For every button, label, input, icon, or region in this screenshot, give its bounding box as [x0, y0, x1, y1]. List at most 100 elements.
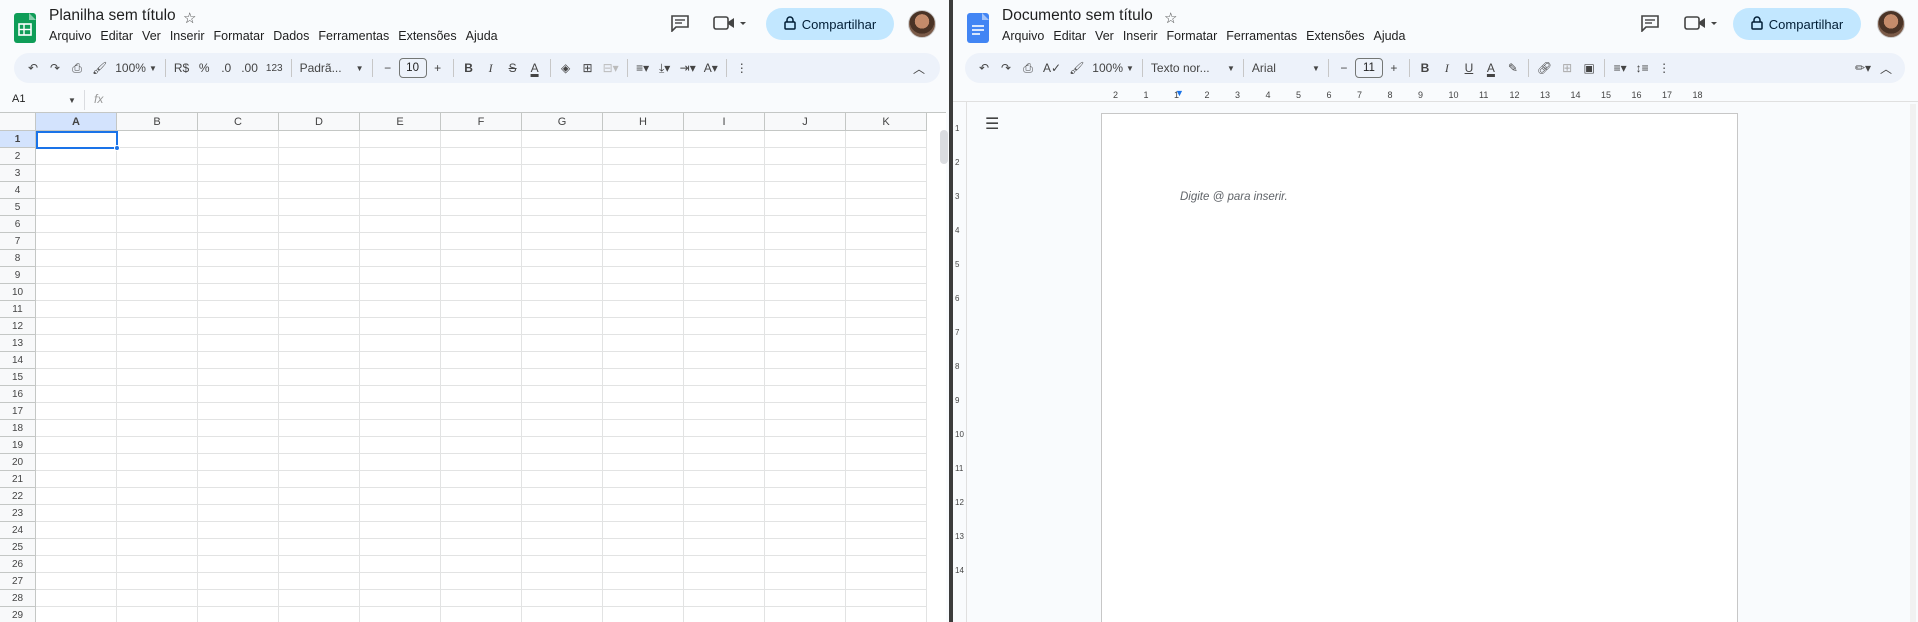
text-color-icon[interactable]: A: [524, 56, 546, 80]
column-header[interactable]: E: [360, 113, 441, 131]
insert-image-icon[interactable]: ▣: [1578, 56, 1600, 80]
grid-cell[interactable]: [846, 335, 927, 352]
grid-cell[interactable]: [846, 471, 927, 488]
column-header[interactable]: K: [846, 113, 927, 131]
grid-cell[interactable]: [279, 267, 360, 284]
grid-cell[interactable]: [522, 182, 603, 199]
menu-insert[interactable]: Inserir: [1122, 29, 1166, 43]
grid-cell[interactable]: [765, 165, 846, 182]
grid-cell[interactable]: [684, 352, 765, 369]
vertical-scrollbar[interactable]: [1910, 104, 1916, 622]
grid-cell[interactable]: [198, 267, 279, 284]
percent-button[interactable]: %: [193, 56, 215, 80]
grid-cell[interactable]: [198, 148, 279, 165]
grid-cell[interactable]: [603, 590, 684, 607]
grid-cell[interactable]: [117, 454, 198, 471]
menu-help[interactable]: Ajuda: [465, 29, 506, 43]
editing-mode-icon[interactable]: ✏▾: [1851, 56, 1875, 80]
italic-icon[interactable]: I: [1436, 56, 1458, 80]
grid-cell[interactable]: [279, 318, 360, 335]
menu-tools[interactable]: Ferramentas: [1225, 29, 1305, 43]
grid-cell[interactable]: [441, 386, 522, 403]
meet-video-icon[interactable]: [1684, 14, 1720, 34]
grid-cell[interactable]: [684, 199, 765, 216]
grid-cell[interactable]: [846, 488, 927, 505]
grid-cell[interactable]: [846, 607, 927, 622]
grid-cell[interactable]: [522, 318, 603, 335]
grid-cell[interactable]: [441, 522, 522, 539]
grid-cell[interactable]: [198, 182, 279, 199]
grid-cell[interactable]: [36, 386, 117, 403]
menu-format[interactable]: Formatar: [1166, 29, 1226, 43]
star-icon[interactable]: ☆: [1164, 9, 1177, 27]
grid-cell[interactable]: [846, 437, 927, 454]
grid-cell[interactable]: [279, 420, 360, 437]
menu-edit[interactable]: Editar: [99, 29, 141, 43]
grid-cell[interactable]: [846, 267, 927, 284]
grid-cell[interactable]: [117, 573, 198, 590]
document-outline-icon[interactable]: ☰: [985, 114, 999, 134]
menu-data[interactable]: Dados: [272, 29, 317, 43]
grid-cell[interactable]: [198, 131, 279, 148]
menu-file[interactable]: Arquivo: [1001, 29, 1052, 43]
grid-cell[interactable]: [603, 216, 684, 233]
grid-cell[interactable]: [603, 505, 684, 522]
sheets-logo-icon[interactable]: [14, 13, 36, 43]
grid-cell[interactable]: [198, 403, 279, 420]
row-header[interactable]: 18: [0, 420, 36, 437]
grid-cell[interactable]: [441, 165, 522, 182]
menu-view[interactable]: Ver: [141, 29, 169, 43]
zoom-select[interactable]: 100% ▼: [111, 56, 161, 80]
grid-cell[interactable]: [603, 267, 684, 284]
grid-cell[interactable]: [846, 420, 927, 437]
zoom-select[interactable]: 100% ▼: [1088, 56, 1138, 80]
grid-cell[interactable]: [360, 488, 441, 505]
row-header[interactable]: 10: [0, 284, 36, 301]
grid-cell[interactable]: [198, 454, 279, 471]
grid-cell[interactable]: [441, 573, 522, 590]
grid-cell[interactable]: [603, 539, 684, 556]
text-wrapping-icon[interactable]: ⇥▾: [676, 56, 700, 80]
print-icon[interactable]: ⎙: [66, 56, 88, 80]
indent-marker-icon[interactable]: ▼: [1175, 88, 1184, 98]
grid-cell[interactable]: [117, 369, 198, 386]
star-icon[interactable]: ☆: [183, 9, 196, 27]
grid-cell[interactable]: [198, 488, 279, 505]
grid-cell[interactable]: [522, 301, 603, 318]
row-header[interactable]: 8: [0, 250, 36, 267]
line-spacing-icon[interactable]: ↕≡: [1631, 56, 1653, 80]
more-options-icon[interactable]: ⋮: [731, 56, 753, 80]
grid-cell[interactable]: [360, 301, 441, 318]
row-header[interactable]: 13: [0, 335, 36, 352]
grid-cell[interactable]: [36, 182, 117, 199]
grid-cell[interactable]: [117, 284, 198, 301]
grid-cell[interactable]: [846, 386, 927, 403]
grid-cell[interactable]: [684, 454, 765, 471]
insert-link-icon[interactable]: 🔗︎: [1533, 56, 1556, 80]
grid-cell[interactable]: [36, 318, 117, 335]
row-header[interactable]: 2: [0, 148, 36, 165]
grid-cell[interactable]: [360, 573, 441, 590]
grid-cell[interactable]: [603, 556, 684, 573]
grid-cell[interactable]: [36, 505, 117, 522]
grid-cell[interactable]: [684, 522, 765, 539]
grid-cell[interactable]: [522, 369, 603, 386]
grid-cell[interactable]: [198, 250, 279, 267]
grid-cell[interactable]: [117, 131, 198, 148]
grid-cell[interactable]: [360, 471, 441, 488]
grid-cell[interactable]: [360, 131, 441, 148]
grid-cell[interactable]: [36, 199, 117, 216]
grid-cell[interactable]: [279, 284, 360, 301]
grid-cell[interactable]: [846, 369, 927, 386]
grid-cell[interactable]: [846, 165, 927, 182]
grid-cell[interactable]: [684, 131, 765, 148]
grid-cell[interactable]: [198, 301, 279, 318]
grid-cell[interactable]: [117, 301, 198, 318]
column-header[interactable]: A: [36, 113, 117, 131]
grid-cell[interactable]: [765, 267, 846, 284]
grid-cell[interactable]: [441, 131, 522, 148]
row-header[interactable]: 23: [0, 505, 36, 522]
grid-cell[interactable]: [441, 607, 522, 622]
grid-cell[interactable]: [765, 403, 846, 420]
text-rotation-icon[interactable]: A▾: [700, 56, 722, 80]
